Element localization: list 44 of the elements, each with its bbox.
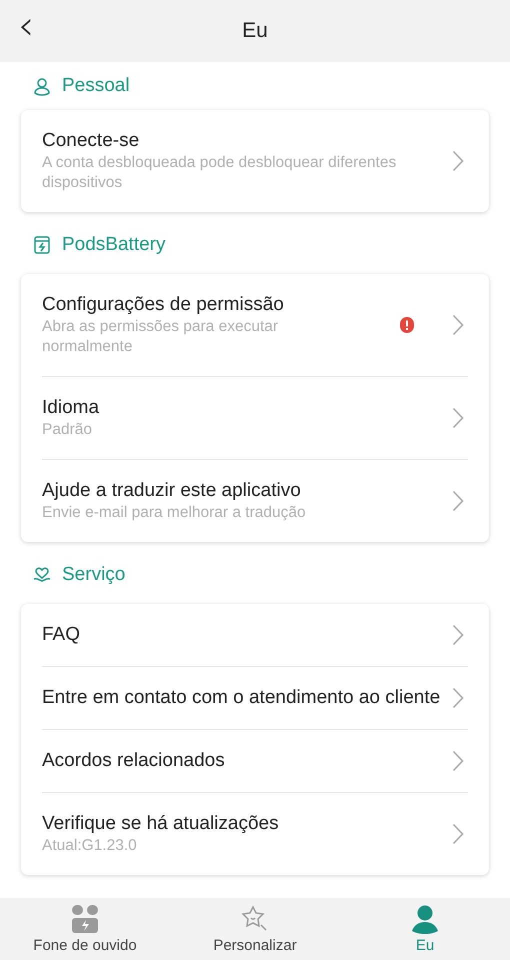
chevron-icon bbox=[452, 624, 464, 646]
row-title: Idioma bbox=[42, 396, 100, 420]
settings-row[interactable]: Conecte-se A conta desbloqueada pode desbloquear diferentes dispositivos bbox=[42, 110, 468, 212]
nav-tab[interactable]: Fone de ouvido bbox=[0, 898, 170, 960]
tab-label: Eu bbox=[416, 937, 434, 954]
page-title: Eu bbox=[242, 19, 268, 43]
chevron-icon bbox=[452, 750, 464, 772]
row-title: Verifique se há atualizações bbox=[42, 812, 280, 836]
chevron-icon bbox=[452, 150, 464, 172]
settings-row[interactable]: Idioma Padrão bbox=[42, 376, 468, 459]
chevron-icon bbox=[452, 490, 464, 512]
chevron-icon bbox=[452, 823, 464, 845]
chevron-icon bbox=[452, 407, 464, 429]
nav-tab[interactable]: Eu bbox=[340, 898, 510, 960]
section-title: PodsBattery bbox=[62, 234, 166, 256]
row-subtitle: A conta desbloqueada pode desbloquear diferentes dispositivos bbox=[42, 153, 398, 193]
row-title: Acordos relacionados bbox=[42, 749, 226, 773]
settings-row[interactable]: Configurações de permissão Abra as permissões para executar normalmente bbox=[42, 274, 468, 376]
row-subtitle: Atual:G1.23.0 bbox=[42, 836, 138, 856]
earbuds-icon bbox=[70, 904, 100, 934]
chevron-icon bbox=[452, 314, 464, 336]
row-subtitle: Padrão bbox=[42, 420, 93, 440]
row-title: Configurações de permissão bbox=[42, 293, 285, 317]
settings-row[interactable]: Ajude a traduzir este aplicativo Envie e-mail para melhorar a tradução bbox=[42, 459, 468, 542]
settings-row[interactable]: Entre em contato com o atendimento ao cliente bbox=[42, 666, 468, 729]
settings-row[interactable]: Acordos relacionados bbox=[42, 729, 468, 792]
row-subtitle: Envie e-mail para melhorar a tradução bbox=[42, 503, 307, 523]
tab-label: Fone de ouvido bbox=[33, 937, 137, 954]
settings-row[interactable]: Verifique se há atualizações Atual:G1.23.0 bbox=[42, 792, 468, 875]
nav-tab[interactable]: Personalizar bbox=[170, 898, 340, 960]
row-title: Conecte-se bbox=[42, 129, 140, 153]
tab-label: Personalizar bbox=[213, 937, 297, 954]
row-title: Entre em contato com o atendimento ao cliente bbox=[42, 686, 442, 710]
row-title: FAQ bbox=[42, 623, 82, 647]
row-subtitle: Abra as permissões para executar normalmente bbox=[42, 317, 280, 357]
battery-icon bbox=[32, 235, 52, 255]
section-title: Pessoal bbox=[62, 75, 130, 97]
person-icon bbox=[32, 76, 52, 96]
back-button[interactable]: ‹ bbox=[10, 6, 42, 46]
profile-icon bbox=[410, 904, 440, 934]
section-title: Serviço bbox=[62, 564, 126, 586]
chevron-icon bbox=[452, 687, 464, 709]
settings-row[interactable]: FAQ bbox=[42, 604, 468, 666]
row-title: Ajude a traduzir este aplicativo bbox=[42, 479, 302, 503]
